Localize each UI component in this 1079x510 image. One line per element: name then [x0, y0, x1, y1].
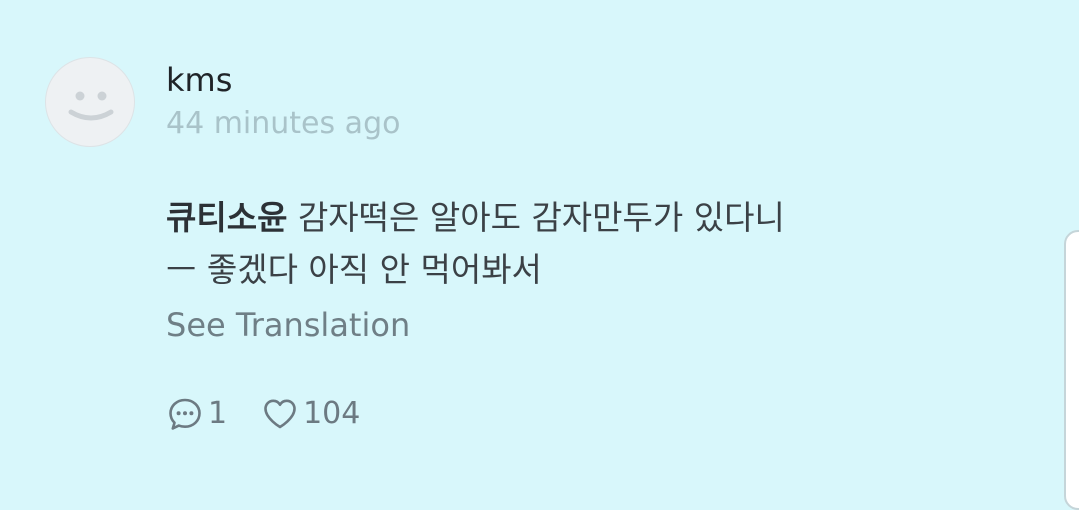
reply-button[interactable]: 1	[166, 394, 227, 434]
username[interactable]: kms	[166, 60, 232, 100]
mention-link[interactable]: 큐티소윤	[166, 198, 287, 237]
comment-actions: 1 104	[166, 392, 394, 436]
side-panel-edge	[1064, 230, 1079, 510]
avatar[interactable]	[45, 57, 135, 147]
smiley-face-icon	[68, 91, 114, 121]
comment-item: kms 44 minutes ago 큐티소윤 감자떡은 알아도 감자만두가 있…	[0, 0, 1079, 482]
comment-text-line1: 감자떡은 알아도 감자만두가 있다니	[287, 198, 785, 237]
reply-count: 1	[208, 396, 228, 431]
timestamp: 44 minutes ago	[166, 106, 401, 141]
like-count: 104	[303, 396, 361, 431]
comment-text-line2: ㅡ 좋겠다 아직 안 먹어봐서	[166, 250, 542, 289]
speech-bubble-icon	[169, 398, 201, 430]
like-button[interactable]: 104	[261, 394, 360, 434]
see-translation-link[interactable]: See Translation	[166, 305, 410, 345]
heart-outline-icon	[264, 399, 296, 429]
comment-body: 큐티소윤 감자떡은 알아도 감자만두가 있다니 ㅡ 좋겠다 아직 안 먹어봐서	[166, 192, 946, 296]
